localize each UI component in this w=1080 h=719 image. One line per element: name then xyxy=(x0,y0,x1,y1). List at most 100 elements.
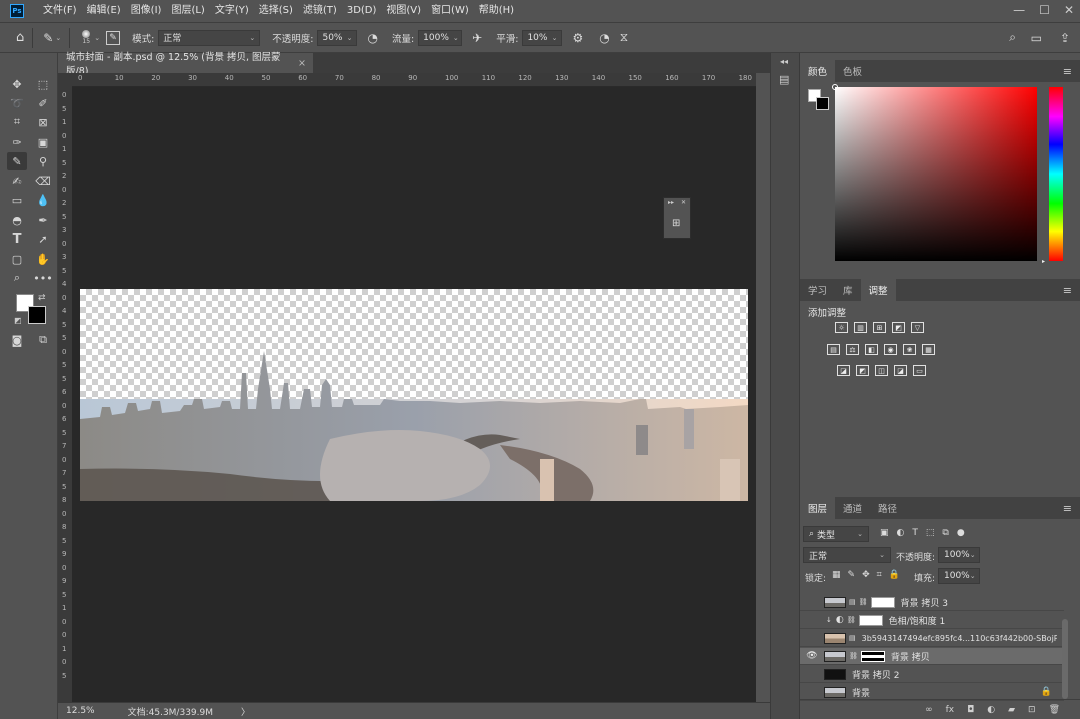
blend-mode-select[interactable]: 正常 ⌄ xyxy=(803,547,891,563)
stamp-tool-icon[interactable]: ⚲ xyxy=(33,152,53,170)
marquee-tool-icon[interactable]: ⬚ xyxy=(33,75,53,93)
menu-3d[interactable]: 3D(D) xyxy=(342,0,382,22)
layers-scrollbar[interactable] xyxy=(1062,619,1068,699)
menu-select[interactable]: 选择(S) xyxy=(254,0,298,22)
dodge-tool-icon[interactable]: ◓ xyxy=(7,211,27,229)
properties-icon[interactable]: ⊞ xyxy=(672,218,680,229)
hue-slider[interactable] xyxy=(1049,87,1063,261)
tab-learn[interactable]: 学习 xyxy=(800,279,835,301)
black-white-icon[interactable]: ◧ xyxy=(865,344,878,355)
share-icon[interactable]: ⇪ xyxy=(1060,31,1070,45)
zoom-tool-icon[interactable]: ⌕ xyxy=(7,269,27,287)
workspace-icon[interactable]: ▭ xyxy=(1031,31,1042,45)
layer-row[interactable]: 背景 拷贝 2 xyxy=(800,666,1064,683)
expand-panels-icon[interactable]: ◂◂ xyxy=(780,57,788,66)
brush-tool-icon[interactable]: ✎ xyxy=(7,152,27,170)
lock-all-icon[interactable]: 🔒 xyxy=(889,570,900,580)
lock-pixels-icon[interactable]: ✎ xyxy=(848,570,856,580)
visibility-toggle[interactable] xyxy=(806,614,818,626)
airbrush-icon[interactable]: ✈ xyxy=(472,31,482,45)
default-colors-icon[interactable]: ◩ xyxy=(14,316,22,325)
quick-mask-icon[interactable]: ◙ xyxy=(7,331,27,349)
new-adjustment-icon[interactable]: ◐ xyxy=(987,705,995,715)
link-layers-icon[interactable]: ∞ xyxy=(925,705,933,715)
blur-tool-icon[interactable]: 💧 xyxy=(33,191,53,209)
more-tools-icon[interactable]: ••• xyxy=(33,269,53,287)
menu-filter[interactable]: 滤镜(T) xyxy=(298,0,342,22)
filter-smart-icon[interactable]: ⧉ xyxy=(942,528,948,538)
filter-adjust-icon[interactable]: ◐ xyxy=(897,528,905,538)
swap-colors-icon[interactable]: ⇄ xyxy=(38,293,46,303)
ruler-origin[interactable] xyxy=(58,73,72,87)
tab-paths[interactable]: 路径 xyxy=(870,497,905,519)
gradient-tool-icon[interactable]: ▭ xyxy=(7,191,27,209)
menu-layer[interactable]: 图层(L) xyxy=(166,0,209,22)
channel-mixer-icon[interactable]: ❀ xyxy=(903,344,916,355)
photo-filter-icon[interactable]: ◉ xyxy=(884,344,897,355)
type-tool-icon[interactable]: T xyxy=(7,230,27,248)
document-image[interactable] xyxy=(80,289,748,501)
shape-tool-icon[interactable]: ▢ xyxy=(7,250,27,268)
levels-icon[interactable]: ▥ xyxy=(854,322,867,333)
frame-tool-icon[interactable]: ⊠ xyxy=(33,113,53,131)
hue-saturation-icon[interactable]: ▤ xyxy=(827,344,840,355)
panel-menu-icon[interactable]: ≡ xyxy=(1063,60,1072,82)
tab-libraries[interactable]: 库 xyxy=(835,279,861,301)
move-tool-icon[interactable]: ✥ xyxy=(7,75,27,93)
gear-icon[interactable]: ⚙ xyxy=(572,31,583,45)
close-tab-icon[interactable]: × xyxy=(298,58,306,69)
color-picker-cursor[interactable] xyxy=(832,84,838,90)
tab-swatches[interactable]: 色板 xyxy=(835,60,870,82)
filter-shape-icon[interactable]: ⬚ xyxy=(926,528,935,538)
layer-filter-select[interactable]: ⌕ 类型 ⌄ xyxy=(803,526,869,542)
mode-select[interactable]: 正常 ⌄ xyxy=(158,29,261,46)
layer-row-selected[interactable]: 👁 ⛓ 背景 拷贝 xyxy=(800,648,1064,665)
document-tab[interactable]: 城市封面 - 副本.psd @ 12.5% (背景 拷贝, 图层蒙版/8) × xyxy=(58,52,313,77)
history-icon[interactable]: ▤ xyxy=(779,73,789,86)
filter-toggle-icon[interactable]: ● xyxy=(957,528,965,538)
floating-panel[interactable]: ▸▸ ✕ ⊞ xyxy=(663,197,691,239)
zoom-level[interactable]: 12.5% xyxy=(66,706,95,716)
tab-channels[interactable]: 通道 xyxy=(835,497,870,519)
color-picker-field[interactable] xyxy=(832,84,1037,261)
crop-tool-icon[interactable]: ⌗ xyxy=(7,113,27,131)
home-icon[interactable]: ⌂ xyxy=(16,30,24,45)
pressure-opacity-icon[interactable]: ◔ xyxy=(367,31,377,45)
menu-type[interactable]: 文字(Y) xyxy=(210,0,254,22)
tab-adjustments[interactable]: 调整 xyxy=(860,279,896,301)
brush-size-picker[interactable]: 15 xyxy=(82,30,91,45)
visibility-toggle[interactable] xyxy=(806,632,818,644)
trash-icon[interactable]: 🗑 xyxy=(1049,705,1060,715)
healing-tool-icon[interactable]: ▣ xyxy=(33,133,53,151)
menu-help[interactable]: 帮助(H) xyxy=(474,0,519,22)
curves-icon[interactable]: ⊞ xyxy=(873,322,886,333)
panel-menu-icon[interactable]: ≡ xyxy=(1063,279,1072,301)
visibility-toggle[interactable] xyxy=(806,686,818,698)
invert-icon[interactable]: ◪ xyxy=(837,365,850,376)
threshold-icon[interactable]: ◫ xyxy=(875,365,888,376)
color-lookup-icon[interactable]: ▦ xyxy=(922,344,935,355)
tab-color[interactable]: 颜色 xyxy=(800,60,836,82)
canvas-area[interactable] xyxy=(72,87,756,702)
opacity-input[interactable]: 50% ⌄ xyxy=(317,29,358,46)
history-brush-tool-icon[interactable]: ✍ xyxy=(7,172,27,190)
selective-color-icon[interactable]: ◪ xyxy=(894,365,907,376)
hand-tool-icon[interactable]: ✋ xyxy=(33,250,53,268)
layer-row[interactable]: ▤ 3b5943147494efc895fc4...110c63f442b00-… xyxy=(800,630,1064,647)
menu-window[interactable]: 窗口(W) xyxy=(426,0,474,22)
new-layer-icon[interactable]: ⊡ xyxy=(1028,705,1036,715)
vibrance-icon[interactable]: ▽ xyxy=(911,322,924,333)
visibility-toggle[interactable] xyxy=(806,668,818,680)
screen-mode-icon[interactable]: ⧉ xyxy=(33,331,53,349)
lock-transparent-icon[interactable]: ▦ xyxy=(832,570,841,580)
background-color-chip[interactable] xyxy=(816,97,829,110)
menu-edit[interactable]: 编辑(E) xyxy=(82,0,126,22)
collapse-icon[interactable]: ▸▸ xyxy=(668,199,674,206)
lock-artboard-icon[interactable]: ⌗ xyxy=(877,570,882,580)
close-icon[interactable]: ✕ xyxy=(681,199,686,206)
chevron-down-icon[interactable]: ⌄ xyxy=(55,34,61,42)
background-color-swatch[interactable] xyxy=(28,306,46,324)
brush-preset-icon[interactable]: ✎ xyxy=(43,31,53,45)
status-menu-icon[interactable]: 〉 xyxy=(241,705,250,718)
layer-row[interactable]: ↓ ◐ ⛓ 色相/饱和度 1 xyxy=(800,612,1064,629)
